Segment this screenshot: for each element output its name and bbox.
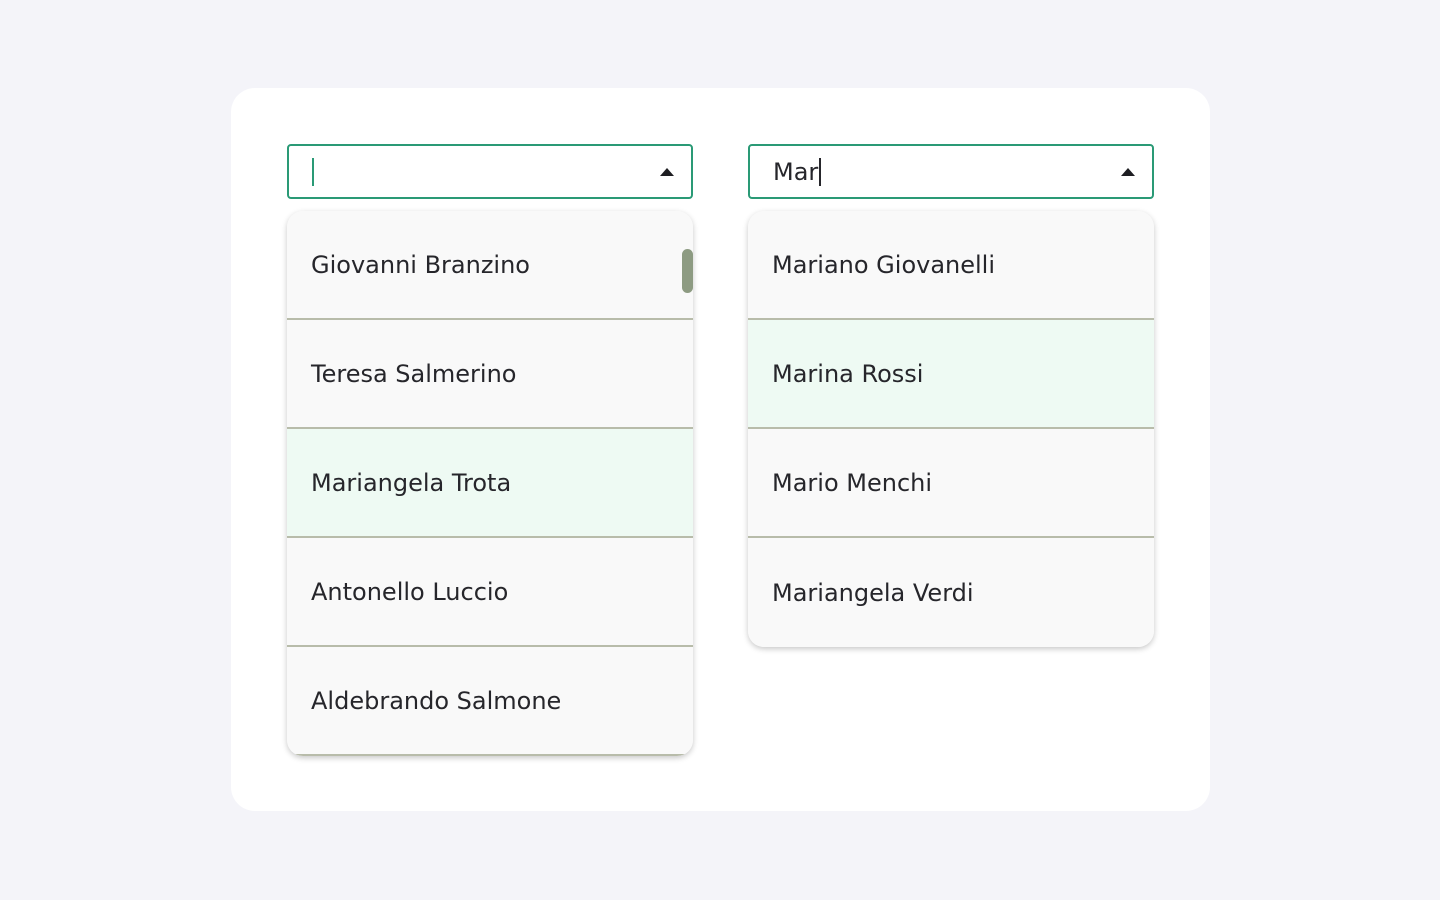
combobox-left-listbox[interactable]: Giovanni Branzino Teresa Salmerino Maria… xyxy=(287,211,693,756)
option-mario-menchi[interactable]: Mario Menchi xyxy=(748,429,1154,538)
option-marina-rossi[interactable]: Marina Rossi xyxy=(748,320,1154,429)
option-antonello-luccio[interactable]: Antonello Luccio xyxy=(287,538,693,647)
combobox-demo-card: Giovanni Branzino Teresa Salmerino Maria… xyxy=(231,88,1210,811)
text-caret xyxy=(819,157,822,186)
combobox-right-listbox[interactable]: Mariano Giovanelli Marina Rossi Mario Me… xyxy=(748,211,1154,647)
combobox-right-input[interactable]: Mar xyxy=(748,144,1154,199)
option-teresa-salmerino[interactable]: Teresa Salmerino xyxy=(287,320,693,429)
listbox-scrollbar-thumb[interactable] xyxy=(682,249,693,293)
option-giovanni-branzino[interactable]: Giovanni Branzino xyxy=(287,211,693,320)
combobox-right: Mar Mariano Giovanelli Marina Rossi Mari… xyxy=(748,144,1154,647)
text-caret xyxy=(312,157,314,186)
caret-up-icon[interactable] xyxy=(1121,168,1135,176)
combobox-right-input-value: Mar xyxy=(773,157,819,186)
option-mariangela-verdi[interactable]: Mariangela Verdi xyxy=(748,538,1154,647)
caret-up-icon[interactable] xyxy=(660,168,674,176)
option-mariangela-trota[interactable]: Mariangela Trota xyxy=(287,429,693,538)
combobox-left-input[interactable] xyxy=(287,144,693,199)
combobox-left: Giovanni Branzino Teresa Salmerino Maria… xyxy=(287,144,693,756)
option-aldebrando-salmone[interactable]: Aldebrando Salmone xyxy=(287,647,693,756)
option-mariano-giovanelli[interactable]: Mariano Giovanelli xyxy=(748,211,1154,320)
